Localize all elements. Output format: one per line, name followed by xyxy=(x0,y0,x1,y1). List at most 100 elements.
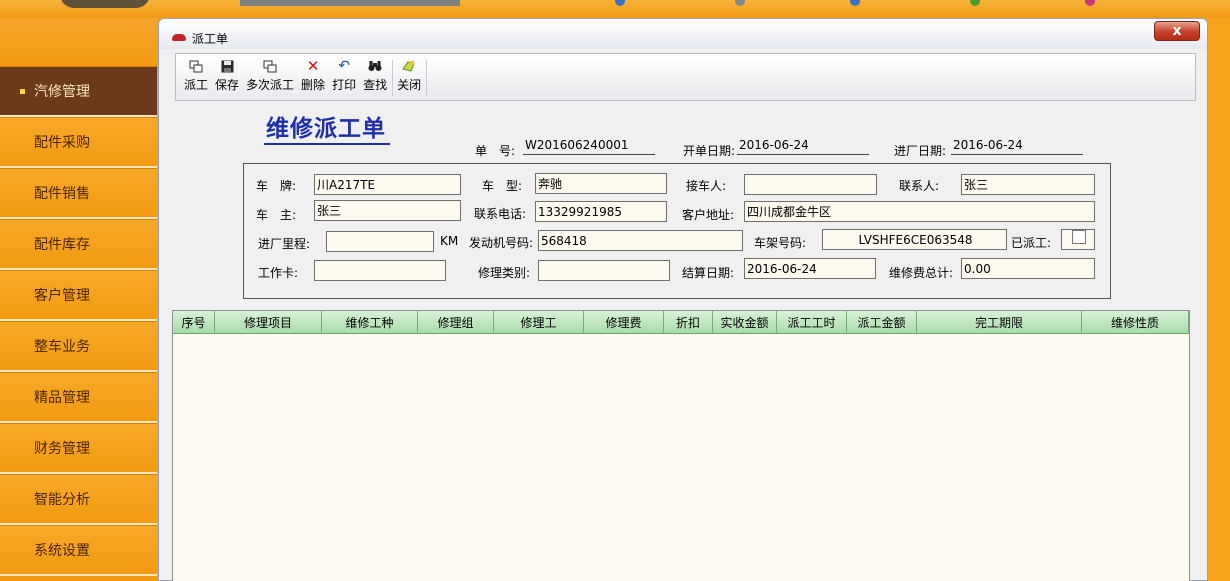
enter-date-value: 2016-06-24 xyxy=(951,138,1083,155)
vin-input[interactable] xyxy=(822,229,1007,250)
search-button[interactable]: 查找 xyxy=(360,54,391,100)
settle-date-label: 结算日期: xyxy=(682,266,735,280)
multi-dispatch-label: 多次派工 xyxy=(246,78,295,92)
sidebar-item-boutique[interactable]: 精品管理 xyxy=(0,372,157,423)
toolbar-separator xyxy=(392,60,394,96)
banner-heart-icon xyxy=(1085,0,1095,6)
col-received-amount[interactable]: 实收金额 xyxy=(713,311,777,334)
dispatch-form: 维修派工单 单 号: W201606240001 开单日期: 2016-06-2… xyxy=(175,103,1196,310)
phone-input[interactable] xyxy=(535,201,667,222)
multi-dispatch-icon xyxy=(262,58,278,74)
sidebar-item-analytics[interactable]: 智能分析 xyxy=(0,474,157,525)
contact-label: 联系人: xyxy=(899,179,940,193)
settle-date-input[interactable] xyxy=(744,258,876,279)
order-no-label: 单 号: xyxy=(475,144,516,158)
col-repair-item[interactable]: 修理项目 xyxy=(215,311,322,334)
sidebar-item-label: 智能分析 xyxy=(34,492,90,508)
sidebar-item-customers[interactable]: 客户管理 xyxy=(0,270,157,321)
toolbar: 派工 保存 多次派工 ✕ 删除 ↶ 打印 查找 关闭 xyxy=(175,53,1196,101)
close-icon xyxy=(401,58,417,74)
print-button[interactable]: ↶ 打印 xyxy=(329,54,360,100)
sidebar-item-label: 财务管理 xyxy=(34,441,90,457)
window-title: 派工单 xyxy=(192,32,229,46)
total-label: 维修费总计: xyxy=(889,266,954,280)
banner-gear-icon xyxy=(735,0,745,6)
sidebar-item-vehicle-business[interactable]: 整车业务 xyxy=(0,321,157,372)
close-icon: x xyxy=(1172,23,1182,39)
page-title: 维修派工单 xyxy=(264,109,390,145)
col-work-type[interactable]: 维修工种 xyxy=(322,311,418,334)
plate-input[interactable] xyxy=(314,174,461,195)
window-titlebar[interactable]: 派工单 x xyxy=(159,19,1207,49)
close-button[interactable]: 关闭 xyxy=(394,54,425,100)
model-input[interactable] xyxy=(535,173,667,194)
sidebar-item-label: 配件销售 xyxy=(34,186,90,202)
dispatch-label: 派工 xyxy=(184,78,209,92)
repair-type-input[interactable] xyxy=(538,260,670,281)
repair-items-grid[interactable]: 序号 修理项目 维修工种 修理组 修理工 修理费 折扣 实收金额 派工工时 派工… xyxy=(172,310,1190,581)
enter-date-label: 进厂日期: xyxy=(894,144,947,158)
sidebar-item-label: 系统设置 xyxy=(34,543,90,559)
sidebar-item-label: 配件库存 xyxy=(34,237,90,253)
sidebar-item-auto-repair[interactable]: 汽修管理 xyxy=(0,66,157,117)
phone-label: 联系电话: xyxy=(474,207,527,221)
grid-header: 序号 修理项目 维修工种 修理组 修理工 修理费 折扣 实收金额 派工工时 派工… xyxy=(173,311,1189,334)
col-repair-group[interactable]: 修理组 xyxy=(418,311,494,334)
binoculars-icon xyxy=(367,58,383,74)
delete-button[interactable]: ✕ 删除 xyxy=(298,54,329,100)
window-close-button[interactable]: x xyxy=(1154,21,1200,41)
model-label: 车 型: xyxy=(482,179,523,193)
col-dispatch-amount[interactable]: 派工金额 xyxy=(847,311,917,334)
col-seq[interactable]: 序号 xyxy=(173,311,215,334)
sidebar-item-settings[interactable]: 系统设置 xyxy=(0,525,157,576)
engine-input[interactable] xyxy=(538,230,743,251)
engine-label: 发动机号码: xyxy=(469,236,534,250)
address-label: 客户地址: xyxy=(682,208,735,222)
col-deadline[interactable]: 完工期限 xyxy=(917,311,1082,334)
sidebar-item-label: 汽修管理 xyxy=(34,84,90,100)
save-button[interactable]: 保存 xyxy=(212,54,243,100)
delete-label: 删除 xyxy=(301,78,326,92)
sidebar-item-parts-inventory[interactable]: 配件库存 xyxy=(0,219,157,270)
save-icon xyxy=(219,58,235,74)
banner-car-image xyxy=(60,0,150,8)
sidebar-item-parts-purchase[interactable]: 配件采购 xyxy=(0,117,157,168)
mileage-label: 进厂里程: xyxy=(258,237,311,251)
card-label: 工作卡: xyxy=(258,266,299,280)
col-repair-fee[interactable]: 修理费 xyxy=(584,311,664,334)
sidebar-item-parts-sales[interactable]: 配件销售 xyxy=(0,168,157,219)
dispatch-button[interactable]: 派工 xyxy=(181,54,212,100)
receiver-input[interactable] xyxy=(744,174,877,195)
sidebar-item-finance[interactable]: 财务管理 xyxy=(0,423,157,474)
col-repair-nature[interactable]: 维修性质 xyxy=(1082,311,1189,334)
col-dispatch-hours[interactable]: 派工工时 xyxy=(777,311,847,334)
sidebar-nav: 汽修管理 配件采购 配件销售 配件库存 客户管理 整车业务 精品管理 财务管理 … xyxy=(0,18,157,581)
col-mechanic[interactable]: 修理工 xyxy=(494,311,584,334)
top-banner xyxy=(0,0,1230,18)
contact-input[interactable] xyxy=(961,174,1095,195)
mileage-unit: KM xyxy=(440,234,459,248)
total-input[interactable] xyxy=(961,258,1095,279)
address-input[interactable] xyxy=(744,201,1095,222)
sidebar-item-label: 整车业务 xyxy=(34,339,90,355)
vin-label: 车架号码: xyxy=(754,236,807,250)
mileage-input[interactable] xyxy=(326,231,434,252)
card-input[interactable] xyxy=(314,260,446,281)
dispatched-checkbox[interactable] xyxy=(1072,230,1086,244)
sidebar-item-label: 配件采购 xyxy=(34,135,90,151)
print-icon: ↶ xyxy=(338,58,350,74)
owner-input[interactable] xyxy=(314,200,461,221)
delete-icon: ✕ xyxy=(306,57,320,75)
print-label: 打印 xyxy=(332,78,357,92)
dispatch-icon xyxy=(188,58,204,74)
dispatched-label: 已派工: xyxy=(1011,236,1052,250)
banner-globe-icon xyxy=(615,0,625,6)
col-discount[interactable]: 折扣 xyxy=(664,311,713,334)
plate-label: 车 牌: xyxy=(256,179,297,193)
banner-user-icon xyxy=(850,0,860,6)
save-label: 保存 xyxy=(215,78,240,92)
repair-type-label: 修理类别: xyxy=(478,266,531,280)
banner-logo-strip xyxy=(240,0,460,6)
sidebar-top-space xyxy=(0,18,157,66)
multi-dispatch-button[interactable]: 多次派工 xyxy=(243,54,298,100)
